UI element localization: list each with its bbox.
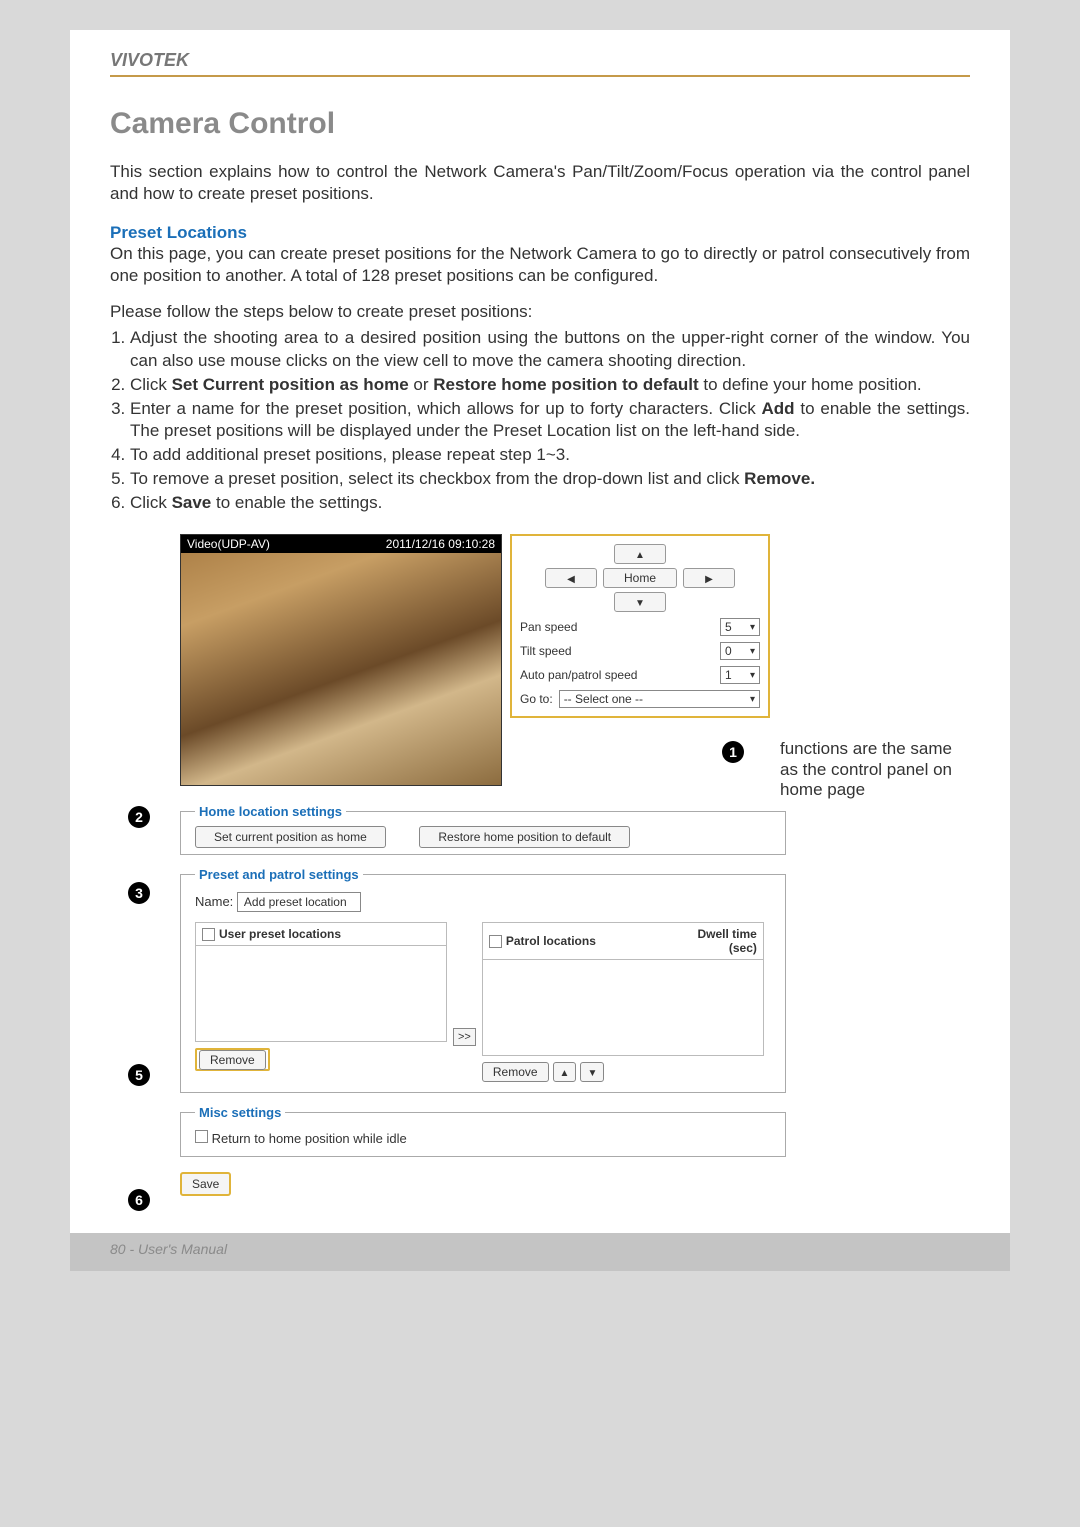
set-current-home-button[interactable]: Set current position as home <box>195 826 386 848</box>
page-footer: 80 - User's Manual <box>70 1233 1010 1271</box>
tilt-down-button[interactable]: ▼ <box>614 592 666 612</box>
preset-patrol-fieldset: Preset and patrol settings Name: Add pre… <box>180 867 786 1093</box>
brand-label: VIVOTEK <box>110 50 970 71</box>
annotation-marker-1: 1 <box>722 741 744 763</box>
video-timestamp: 2011/12/16 09:10:28 <box>386 537 495 551</box>
steps-list: Adjust the shooting area to a desired po… <box>110 327 970 514</box>
step-5: To remove a preset position, select its … <box>130 468 970 490</box>
auto-speed-label: Auto pan/patrol speed <box>520 668 637 682</box>
tilt-up-button[interactable]: ▲ <box>614 544 666 564</box>
restore-home-default-button[interactable]: Restore home position to default <box>419 826 630 848</box>
remove-user-preset-button[interactable]: Remove <box>199 1050 266 1070</box>
user-preset-list[interactable]: User preset locations <box>195 922 447 1042</box>
video-codec-label: Video(UDP-AV) <box>187 537 270 551</box>
move-to-patrol-button[interactable]: >> <box>453 1028 476 1046</box>
patrol-move-up-button[interactable]: ▲ <box>553 1062 577 1082</box>
chevron-down-icon: ▾ <box>750 694 755 705</box>
chevron-down-icon: ▾ <box>750 670 755 681</box>
home-button[interactable]: Home <box>603 568 677 588</box>
annotation-marker-6: 6 <box>128 1189 150 1211</box>
steps-intro: Please follow the steps below to create … <box>110 301 970 323</box>
return-home-idle-checkbox[interactable] <box>195 1130 208 1143</box>
chevron-down-icon: ▾ <box>750 646 755 657</box>
step-4: To add additional preset positions, plea… <box>130 444 970 466</box>
name-label: Name: <box>195 894 233 909</box>
up-arrow-icon: ▲ <box>560 1068 570 1079</box>
misc-settings-legend: Misc settings <box>195 1105 285 1120</box>
pan-speed-label: Pan speed <box>520 620 577 634</box>
up-arrow-icon: ▲ <box>635 550 645 561</box>
annotation-marker-2: 2 <box>128 806 150 828</box>
left-arrow-icon: ◀ <box>567 574 575 585</box>
video-title-bar: Video(UDP-AV) 2011/12/16 09:10:28 <box>181 535 501 553</box>
preset-desc: On this page, you can create preset posi… <box>110 243 970 287</box>
step-1: Adjust the shooting area to a desired po… <box>130 327 970 371</box>
page-title: Camera Control <box>110 107 970 141</box>
tilt-speed-select[interactable]: 0▾ <box>720 642 760 660</box>
annotation-marker-3: 3 <box>128 882 150 904</box>
remove-patrol-button[interactable]: Remove <box>482 1062 549 1082</box>
patrol-checkbox[interactable] <box>489 935 502 948</box>
preset-patrol-legend: Preset and patrol settings <box>195 867 363 882</box>
header-rule <box>110 75 970 77</box>
return-home-idle-label: Return to home position while idle <box>212 1131 407 1146</box>
pan-right-button[interactable]: ▶ <box>683 568 735 588</box>
tilt-speed-label: Tilt speed <box>520 644 572 658</box>
pan-left-button[interactable]: ◀ <box>545 568 597 588</box>
goto-label: Go to: <box>520 692 553 706</box>
chevron-down-icon: ▾ <box>750 622 755 633</box>
pan-speed-select[interactable]: 5▾ <box>720 618 760 636</box>
home-location-legend: Home location settings <box>195 804 346 819</box>
patrol-locations-list[interactable]: Patrol locations Dwell time (sec) <box>482 922 764 1056</box>
annotation-marker-5: 5 <box>128 1064 150 1086</box>
intro-text: This section explains how to control the… <box>110 161 970 205</box>
user-preset-checkbox[interactable] <box>202 928 215 941</box>
preset-name-input[interactable]: Add preset location <box>237 892 361 912</box>
ptz-control-panel: ▲ ◀ Home ▶ ▼ Pan speed 5▾ Tilt speed 0▾ … <box>510 534 770 718</box>
down-arrow-icon: ▼ <box>635 598 645 609</box>
down-arrow-icon: ▼ <box>587 1068 597 1079</box>
auto-speed-select[interactable]: 1▾ <box>720 666 760 684</box>
goto-select[interactable]: -- Select one --▾ <box>559 690 760 708</box>
save-button[interactable]: Save <box>180 1172 231 1196</box>
home-location-fieldset: Home location settings Set current posit… <box>180 804 786 855</box>
right-arrow-icon: ▶ <box>705 574 713 585</box>
patrol-move-down-button[interactable]: ▼ <box>580 1062 604 1082</box>
step-6: Click Save to enable the settings. <box>130 492 970 514</box>
preset-heading: Preset Locations <box>110 223 970 243</box>
video-preview[interactable]: Video(UDP-AV) 2011/12/16 09:10:28 <box>180 534 502 786</box>
step-3: Enter a name for the preset position, wh… <box>130 398 970 442</box>
annotation-note-1: functions are the same as the control pa… <box>780 739 970 800</box>
misc-settings-fieldset: Misc settings Return to home position wh… <box>180 1105 786 1157</box>
step-2: Click Set Current position as home or Re… <box>130 374 970 396</box>
